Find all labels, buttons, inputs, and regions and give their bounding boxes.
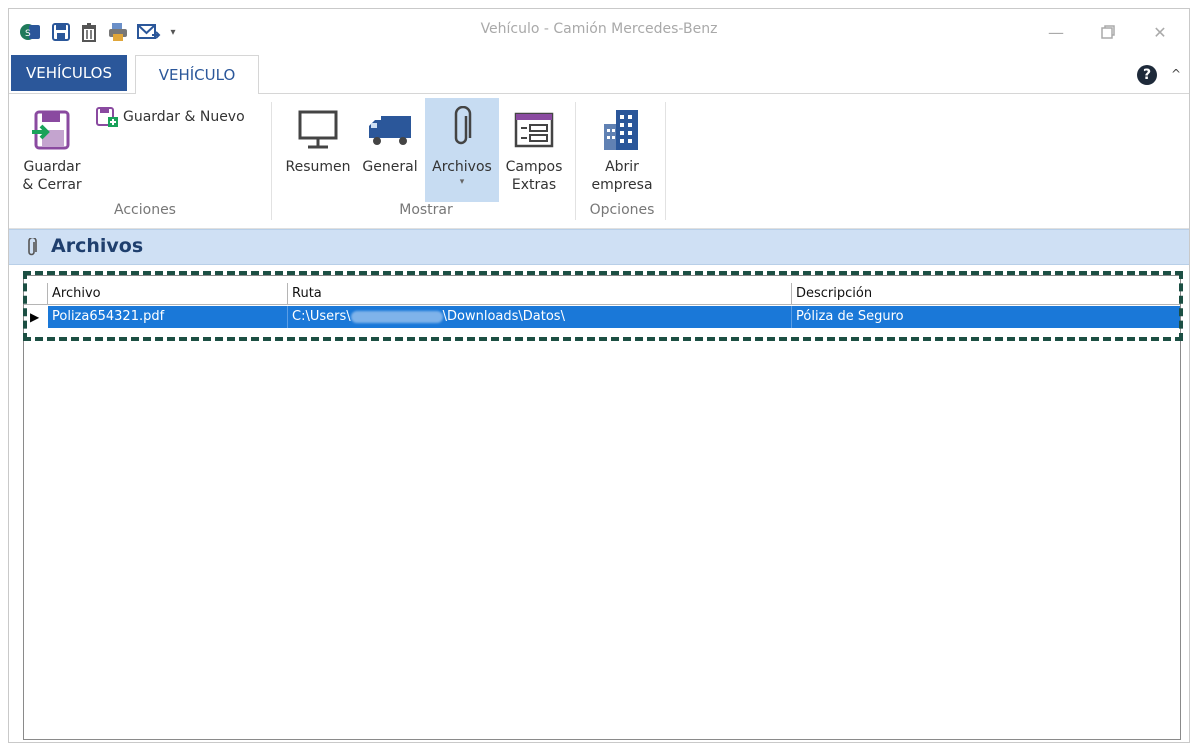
building-icon bbox=[583, 102, 661, 158]
save-close-label-2: & Cerrar bbox=[22, 177, 82, 193]
abrir-label-1: Abrir bbox=[605, 159, 639, 175]
ruta-prefix: C:\Users\ bbox=[292, 309, 351, 324]
campos-extras-button[interactable]: Campos Extras bbox=[501, 102, 567, 202]
resumen-label: Resumen bbox=[285, 159, 351, 175]
collapse-ribbon-icon[interactable]: ^ bbox=[1171, 67, 1181, 81]
save-new-button[interactable]: Guardar & Nuevo bbox=[95, 104, 265, 130]
truck-icon bbox=[359, 102, 421, 158]
help-icon[interactable]: ? bbox=[1137, 65, 1157, 85]
resumen-button[interactable]: Resumen bbox=[281, 102, 355, 202]
archivos-button[interactable]: Archivos ▾ bbox=[425, 98, 499, 202]
cell-ruta[interactable]: C:\Users\ \Downloads\Datos\ bbox=[288, 306, 792, 328]
ribbon-separator bbox=[665, 102, 666, 220]
window-title: Vehículo - Camión Mercedes-Benz bbox=[480, 21, 718, 37]
ribbon-separator bbox=[575, 102, 576, 220]
ribbon: Guardar & Cerrar Guardar & Nuevo Accione… bbox=[9, 94, 1189, 229]
group-label-opciones: Opciones bbox=[589, 202, 655, 218]
ribbon-separator bbox=[271, 102, 272, 220]
tab-vehiculo[interactable]: VEHÍCULO bbox=[135, 55, 259, 94]
group-label-mostrar: Mostrar bbox=[399, 202, 453, 218]
cell-archivo[interactable]: Poliza654321.pdf bbox=[48, 306, 288, 328]
abrir-label-2: empresa bbox=[591, 177, 653, 193]
save-new-label: Guardar & Nuevo bbox=[123, 109, 245, 125]
monitor-icon bbox=[281, 102, 355, 158]
save-close-label-1: Guardar bbox=[23, 159, 81, 175]
files-grid[interactable]: Archivo Ruta Descripción ▶ Poliza654321.… bbox=[23, 275, 1181, 740]
general-button[interactable]: General bbox=[359, 102, 421, 202]
table-row[interactable]: Poliza654321.pdf C:\Users\ \Downloads\Dat… bbox=[48, 306, 1180, 328]
cell-descripcion[interactable]: Póliza de Seguro bbox=[792, 306, 1180, 328]
archivos-label: Archivos bbox=[432, 159, 492, 175]
close-icon[interactable]: ✕ bbox=[1147, 19, 1173, 45]
campos-label-1: Campos bbox=[505, 159, 563, 175]
maximize-icon[interactable] bbox=[1095, 19, 1121, 45]
title-bar: S ▾ Vehículo - Camión Mercedes-Benz — ✕ bbox=[9, 9, 1189, 55]
abrir-empresa-button[interactable]: Abrir empresa bbox=[583, 102, 661, 202]
minimize-icon[interactable]: — bbox=[1043, 19, 1069, 45]
section-title: Archivos bbox=[51, 235, 144, 257]
group-label-acciones: Acciones bbox=[114, 202, 176, 218]
paperclip-icon bbox=[425, 98, 499, 158]
section-header: Archivos bbox=[9, 229, 1189, 265]
paperclip-icon bbox=[25, 236, 39, 262]
archivos-dropdown-icon: ▾ bbox=[459, 177, 465, 187]
column-header-descripcion[interactable]: Descripción bbox=[792, 283, 1180, 305]
row-indicator-header bbox=[24, 283, 48, 305]
column-header-archivo[interactable]: Archivo bbox=[48, 283, 288, 305]
app-window: S ▾ Vehículo - Camión Mercedes-Benz — ✕ … bbox=[8, 8, 1190, 743]
current-row-indicator-icon: ▶ bbox=[30, 310, 40, 324]
tab-vehiculos[interactable]: VEHÍCULOS bbox=[11, 55, 127, 91]
campos-label-2: Extras bbox=[511, 177, 557, 193]
column-header-ruta[interactable]: Ruta bbox=[288, 283, 792, 305]
save-new-icon bbox=[96, 107, 118, 127]
save-close-button[interactable]: Guardar & Cerrar bbox=[19, 102, 85, 202]
form-fields-icon bbox=[501, 102, 567, 158]
general-label: General bbox=[362, 159, 418, 175]
ribbon-tab-bar: VEHÍCULOS VEHÍCULO ? ^ bbox=[9, 55, 1189, 94]
ruta-suffix: \Downloads\Datos\ bbox=[442, 309, 565, 324]
redacted-username bbox=[350, 310, 443, 323]
save-close-icon bbox=[19, 102, 85, 158]
